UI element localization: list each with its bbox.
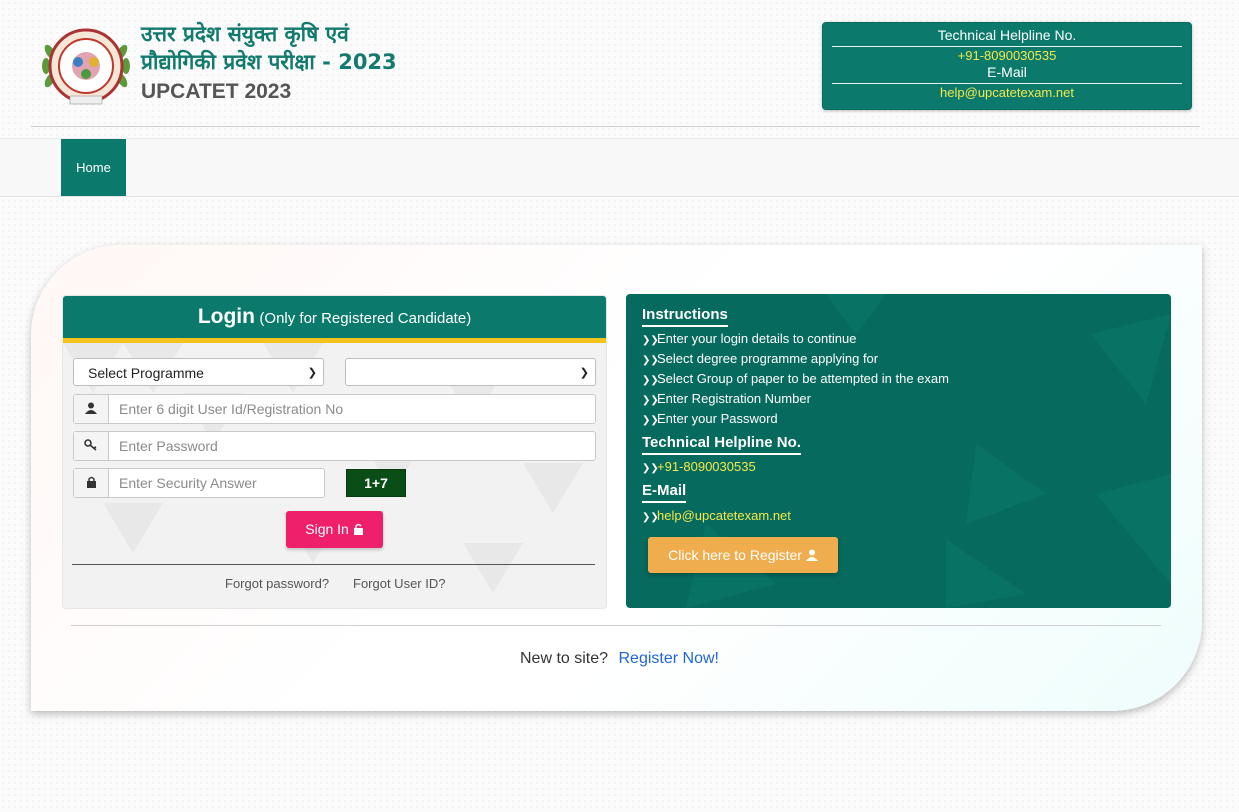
nav-home[interactable]: Home	[61, 139, 126, 196]
divider	[832, 83, 1182, 84]
user-icon	[74, 395, 109, 423]
helpline-title: Technical Helpline No.	[937, 27, 1077, 43]
instruction-item: ❯❯Enter your login details to continue	[642, 331, 856, 349]
unlock-icon	[353, 521, 364, 537]
register-button-label: Click here to Register	[668, 547, 802, 563]
instruction-item: ❯❯Select Group of paper to be attempted …	[642, 371, 949, 389]
navbar: Home	[0, 138, 1239, 197]
sign-in-label: Sign In	[305, 521, 349, 537]
key-icon	[74, 432, 109, 460]
helpline-email: help@upcatetexam.net	[940, 85, 1074, 100]
chevron-down-icon: ❯	[579, 367, 589, 379]
new-to-site-label: New to site?	[520, 650, 609, 667]
title-hindi-line1: उत्तर प्रदेश संयुक्त कृषि एवं	[141, 22, 349, 46]
login-title: Login	[197, 305, 255, 328]
page-header: उत्तर प्रदेश संयुक्त कृषि एवं प्रौद्योगि…	[0, 0, 1239, 128]
password-placeholder: Enter Password	[119, 438, 218, 454]
security-answer-placeholder: Enter Security Answer	[119, 475, 257, 491]
group-select[interactable]: ❯	[345, 358, 596, 386]
login-subtitle: (Only for Registered Candidate)	[259, 310, 472, 327]
header-helpline-box: Technical Helpline No. +91-8090030535 E-…	[822, 22, 1192, 110]
divider	[832, 46, 1182, 47]
instructions-panel: Instructions ❯❯Enter your login details …	[626, 294, 1171, 608]
new-to-site: New to site? Register Now!	[0, 650, 1239, 668]
double-chevron-icon: ❯❯	[642, 355, 659, 366]
user-id-input[interactable]: Enter 6 digit User Id/Registration No	[73, 394, 596, 424]
user-id-placeholder: Enter 6 digit User Id/Registration No	[119, 401, 344, 417]
double-chevron-icon: ❯❯	[642, 375, 659, 386]
email-heading: E-Mail	[642, 482, 687, 503]
instructions-heading: Instructions	[642, 306, 728, 327]
lock-icon	[74, 469, 109, 497]
programme-select[interactable]: Select Programme ❯	[73, 358, 324, 386]
sign-in-button[interactable]: Sign In	[286, 511, 383, 548]
double-chevron-icon: ❯❯	[642, 395, 659, 406]
forgot-userid-link[interactable]: Forgot User ID?	[353, 576, 445, 591]
double-chevron-icon: ❯❯	[642, 415, 659, 426]
password-input[interactable]: Enter Password	[73, 431, 596, 461]
title-hindi-line2: प्रौद्योगिकी प्रवेश परीक्षा - 2023	[141, 50, 397, 74]
university-logo	[40, 22, 132, 110]
user-icon	[805, 547, 818, 563]
login-divider	[72, 564, 595, 565]
double-chevron-icon: ❯❯	[642, 463, 659, 474]
email-item: ❯❯help@upcatetexam.net	[642, 508, 791, 526]
security-question-captcha: 1+7	[346, 469, 406, 497]
site-title: उत्तर प्रदेश संयुक्त कृषि एवं प्रौद्योगि…	[141, 20, 397, 106]
email-label: E-Mail	[987, 64, 1027, 80]
title-english: UPCATET 2023	[141, 80, 292, 103]
instruction-item: ❯❯Select degree programme applying for	[642, 351, 878, 369]
header-divider	[31, 126, 1200, 127]
main-divider	[71, 625, 1161, 626]
chevron-down-icon: ❯	[307, 367, 317, 379]
instruction-item: ❯❯Enter Registration Number	[642, 391, 811, 409]
register-button[interactable]: Click here to Register	[648, 537, 838, 573]
security-answer-input[interactable]: Enter Security Answer	[73, 468, 325, 498]
helpline-phone-item: ❯❯+91-8090030535	[642, 459, 756, 477]
helpline-phone: +91-8090030535	[957, 48, 1057, 63]
login-header: Login (Only for Registered Candidate)	[63, 296, 606, 343]
register-now-link[interactable]: Register Now!	[619, 650, 719, 667]
double-chevron-icon: ❯❯	[642, 335, 659, 346]
instruction-item: ❯❯Enter your Password	[642, 411, 778, 429]
login-panel: Login (Only for Registered Candidate) Se…	[62, 295, 607, 609]
forgot-password-link[interactable]: Forgot password?	[225, 576, 329, 591]
double-chevron-icon: ❯❯	[642, 512, 659, 523]
programme-select-value: Select Programme	[88, 365, 204, 381]
helpline-heading: Technical Helpline No.	[642, 434, 801, 455]
